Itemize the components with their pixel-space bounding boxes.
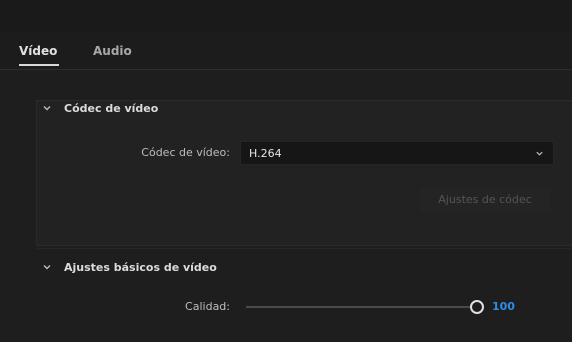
basic-section-title: Ajustes básicos de vídeo [64,261,217,274]
codec-dropdown[interactable]: H.264 [240,141,554,165]
quality-label: Calidad: [185,300,230,313]
quality-slider-thumb[interactable] [470,300,484,314]
window-top-bar [0,0,572,32]
tab-audio[interactable]: Audio [93,44,132,58]
section-divider [36,248,572,249]
codec-settings-button-label: Ajustes de códec [438,193,532,206]
codec-section [36,100,572,246]
quality-value[interactable]: 100 [492,300,515,313]
codec-dropdown-value: H.264 [249,147,282,160]
chevron-down-icon[interactable] [42,103,52,113]
codec-settings-button[interactable]: Ajustes de códec [420,188,550,212]
tab-bar: Vídeo Audio [0,32,572,70]
codec-field-label: Códec de vídeo: [141,146,230,159]
dropdown-arrow-icon [536,151,543,156]
codec-section-title: Códec de vídeo [64,102,159,115]
tab-video[interactable]: Vídeo [19,44,57,58]
chevron-down-icon[interactable] [42,262,52,272]
active-tab-indicator [19,64,59,66]
quality-slider-track[interactable] [246,306,470,308]
